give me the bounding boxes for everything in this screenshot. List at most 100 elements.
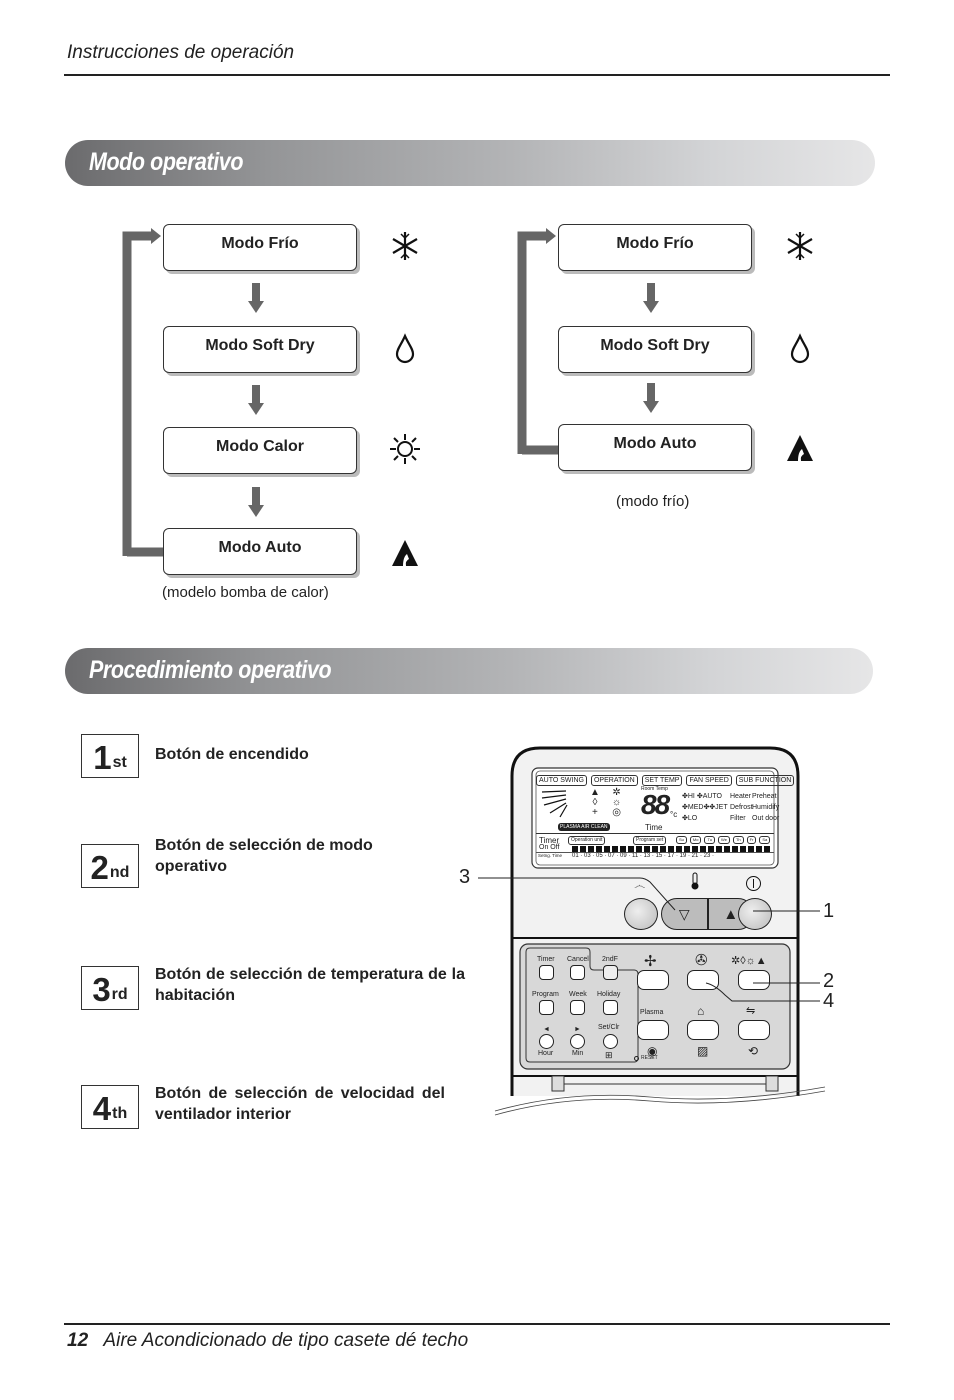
swing-mode-button[interactable] bbox=[738, 1020, 770, 1040]
min-button[interactable] bbox=[570, 1034, 585, 1049]
swing-icon bbox=[541, 790, 568, 818]
plasma-label: Plasma bbox=[640, 1009, 664, 1016]
down-arrow-icon bbox=[643, 283, 659, 313]
lcd-temp-digits: 88 bbox=[641, 789, 670, 820]
fan-lo: LO bbox=[687, 815, 698, 822]
lcd-plasma-label: PLASMA AIR CLEAN bbox=[558, 823, 610, 831]
mode-box-softdry: Modo Soft Dry bbox=[558, 326, 752, 373]
step-number: 4 bbox=[92, 1090, 112, 1127]
lcd-label-fan-speed: FAN SPEED bbox=[686, 775, 732, 786]
down-arrow-icon bbox=[248, 283, 264, 313]
cycle-return-arrow-left bbox=[122, 228, 163, 557]
modes-banner: Modo operativo bbox=[65, 140, 875, 186]
lcd-fan-speeds: ✤HI ✤AUTO ✤MED✤✤JET ✤LO bbox=[682, 793, 728, 822]
step-text-2: Botón de selección de modo operativo bbox=[155, 837, 373, 875]
sun-icon bbox=[390, 434, 420, 464]
page-number: 12 bbox=[67, 1330, 89, 1351]
step-suffix: th bbox=[112, 1105, 128, 1122]
hour-button[interactable] bbox=[539, 1034, 554, 1049]
step-badge-1: 1st bbox=[81, 734, 139, 778]
sub-filter: Filter bbox=[730, 815, 746, 822]
ventilation-icon: ⟲ bbox=[748, 1044, 759, 1058]
set-clr-button[interactable] bbox=[603, 1034, 618, 1049]
fan-med: MED bbox=[687, 804, 704, 811]
droplet-icon bbox=[395, 333, 415, 364]
lcd-on-off-label: On Off bbox=[539, 844, 560, 851]
step-badge-2: 2nd bbox=[81, 844, 139, 888]
lcd-sub-functions: Heater Preheat Defrost Humidify Filter Out … bbox=[730, 791, 780, 824]
room-temp-button[interactable] bbox=[687, 1020, 719, 1040]
callout-3: 3 bbox=[459, 866, 471, 888]
footer-title: Aire Acondicionado de tipo casete dé tec… bbox=[103, 1330, 469, 1351]
auto-icon bbox=[392, 540, 418, 566]
sub-defrost: Defrost bbox=[730, 804, 753, 811]
set-clr-label: Set/Clr bbox=[598, 1024, 620, 1031]
procedure-banner-title: Procedimiento operativo bbox=[89, 656, 332, 684]
mode-label: Modo Frío bbox=[221, 235, 299, 252]
step-text-1: Botón de encendido bbox=[155, 746, 309, 763]
callout-lines bbox=[478, 877, 820, 1002]
lcd-mode-icons-2: ✲ ☼ ◎ bbox=[612, 787, 622, 818]
hour-label: Hour bbox=[538, 1050, 554, 1057]
cool-only-caption: (modo frío) bbox=[616, 493, 690, 510]
cycle-return-arrow-right bbox=[517, 228, 560, 455]
day-tu: Tu bbox=[704, 836, 715, 844]
mode-label: Modo Soft Dry bbox=[205, 337, 315, 354]
remote-cut-line bbox=[494, 1086, 826, 1116]
section-header-title: Instrucciones de operación bbox=[67, 42, 295, 63]
day-sa: Sa bbox=[759, 836, 771, 844]
lcd-unit: °c bbox=[670, 810, 678, 819]
lcd-days: Su Mo Tu We Th Fr Sa bbox=[676, 836, 771, 844]
lcd-label-auto-swing: AUTO SWING bbox=[536, 775, 587, 786]
mode-box-auto: Modo Auto bbox=[163, 528, 357, 575]
step-number: 3 bbox=[92, 971, 111, 1008]
sub-heater: Heater bbox=[730, 793, 752, 800]
fan-auto: AUTO bbox=[702, 793, 723, 800]
min-label: Min bbox=[572, 1050, 584, 1057]
step-text-4: Botón de selección de velocidad del vent… bbox=[155, 1085, 445, 1123]
droplet-icon bbox=[790, 333, 810, 364]
day-mo: Mo bbox=[689, 836, 702, 844]
reset-button[interactable] bbox=[634, 1056, 639, 1061]
step-badge-3: 3rd bbox=[81, 966, 139, 1010]
modes-banner-title: Modo operativo bbox=[89, 148, 244, 176]
footer-divider bbox=[64, 1323, 890, 1325]
procedure-banner: Procedimiento operativo bbox=[65, 648, 873, 694]
mode-label: Modo Frío bbox=[616, 235, 694, 252]
footer: 12 Aire Acondicionado de tipo casete dé … bbox=[67, 1330, 468, 1352]
lcd-label-operation: OPERATION bbox=[590, 775, 638, 786]
lcd-label-sub-function: SUB FUNCTION bbox=[735, 775, 795, 786]
step-suffix: st bbox=[112, 754, 127, 771]
reset-label: RESET bbox=[641, 1055, 658, 1061]
heat-pump-caption: (modelo bomba de calor) bbox=[162, 584, 329, 601]
lcd-operation-unit: Operation unit bbox=[568, 836, 606, 845]
mode-label: Modo Auto bbox=[613, 435, 697, 452]
mode-box-heat: Modo Calor bbox=[163, 427, 357, 474]
sub-outdoor: Out door bbox=[752, 815, 780, 822]
mode-label: Modo Auto bbox=[218, 539, 302, 556]
right-arrow-icon: ► bbox=[574, 1026, 581, 1033]
lcd-setting-time: Setng. Time bbox=[538, 853, 563, 858]
mode-box-cool: Modo Frío bbox=[558, 224, 752, 271]
book-icon: ⊞ bbox=[605, 1050, 613, 1060]
fan-jet: JET bbox=[715, 804, 728, 811]
day-we: We bbox=[718, 836, 730, 844]
left-arrow-icon: ◄ bbox=[543, 1026, 550, 1033]
step-suffix: nd bbox=[109, 864, 130, 881]
day-su: Su bbox=[676, 836, 687, 844]
day-fr: Fr bbox=[746, 836, 757, 844]
lcd-hours: 01 · 03 · 05 · 07 · 09 · 11 · 13 · 15 · … bbox=[572, 853, 714, 859]
filter-icon: ▨ bbox=[697, 1044, 709, 1058]
plasma-button[interactable] bbox=[637, 1020, 669, 1040]
down-arrow-icon bbox=[248, 385, 264, 415]
step-number: 1 bbox=[93, 739, 112, 776]
step-suffix: rd bbox=[111, 986, 128, 1003]
mode-box-softdry: Modo Soft Dry bbox=[163, 326, 357, 373]
step-text-3: Botón de selección de temperatura de la … bbox=[155, 966, 465, 1004]
sub-humidify: Humidify bbox=[752, 804, 780, 811]
mode-label: Modo Soft Dry bbox=[600, 337, 710, 354]
lcd-program-set: Program set bbox=[633, 836, 667, 845]
mode-box-cool: Modo Frío bbox=[163, 224, 357, 271]
callout-4: 4 bbox=[823, 990, 835, 1012]
step-badge-4: 4th bbox=[81, 1085, 139, 1129]
